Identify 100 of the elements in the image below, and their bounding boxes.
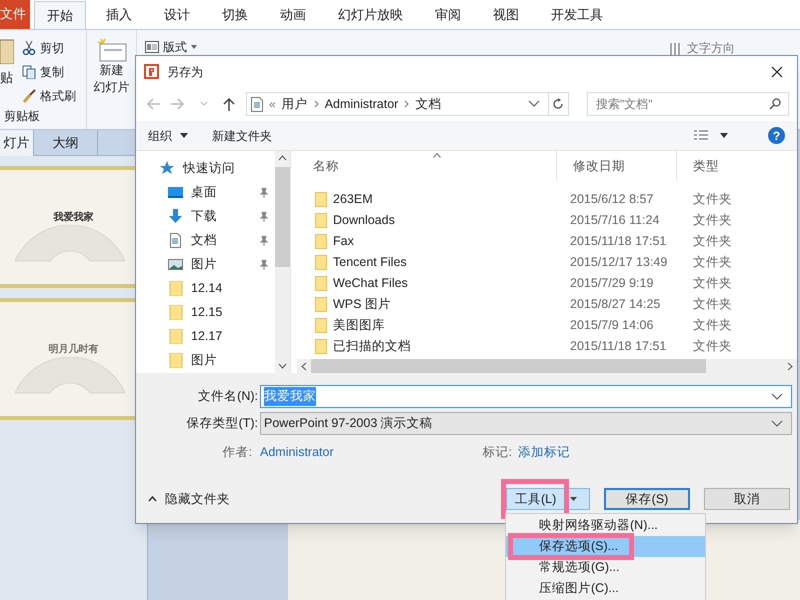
brush-icon — [22, 88, 36, 102]
document-icon — [168, 233, 183, 248]
cancel-button[interactable]: 取消 — [704, 488, 790, 510]
chevron-up-icon — [148, 496, 157, 502]
folder-icon — [168, 281, 183, 296]
menu-item[interactable]: 压缩图片(C)... — [506, 578, 705, 599]
view-options-button[interactable] — [694, 130, 728, 142]
file-row[interactable]: 263EM 2015/6/12 8:57 文件夹 — [297, 189, 797, 210]
folder-icon — [168, 353, 183, 368]
forward-arrow-icon — [171, 97, 186, 111]
nav-item[interactable]: 12.17 — [160, 327, 275, 346]
save-button[interactable]: 保存(S) — [604, 488, 690, 510]
cut-button[interactable]: 剪切 — [22, 38, 76, 57]
breadcrumb-item[interactable]: 文档 — [415, 94, 442, 114]
author-link[interactable]: Administrator — [260, 442, 468, 462]
field-label: 文件名(N): — [197, 388, 259, 406]
organize-button[interactable]: 组织 — [148, 126, 188, 144]
nav-item[interactable]: 桌面 — [160, 183, 275, 202]
file-row[interactable]: 美图图库 2015/7/9 14:06 文件夹 — [297, 315, 797, 336]
up-arrow-icon — [222, 97, 236, 111]
scrollbar-thumb[interactable] — [275, 167, 290, 267]
hide-folders-button[interactable]: 隐藏文件夹 — [136, 490, 230, 508]
date-cell-text: 2015/8/27 14:25 — [569, 296, 662, 314]
ribbon-tab[interactable]: 审阅 — [419, 1, 477, 29]
search-icon — [768, 98, 781, 110]
nav-item[interactable]: 文档 — [160, 231, 275, 250]
layout-icon — [145, 41, 159, 53]
type-cell-text: 文件夹 — [692, 338, 733, 356]
file-row[interactable]: WeChat Files 2015/7/29 9:19 文件夹 — [297, 273, 797, 294]
nav-item[interactable]: 12.14 — [160, 279, 275, 298]
ribbon-tab[interactable]: 视图 — [477, 1, 535, 29]
sort-ascending-icon — [433, 153, 441, 158]
copy-icon — [22, 64, 36, 78]
nav-item[interactable]: 图片 — [160, 255, 275, 274]
nav-item[interactable]: 快速访问 — [160, 159, 275, 178]
nav-item[interactable]: 12.15 — [160, 303, 275, 322]
list-view-icon — [694, 130, 708, 142]
ribbon-tab[interactable]: 开发工具 — [535, 1, 619, 29]
file-name: Tencent Files — [333, 254, 407, 272]
format-painter-button[interactable]: 格式刷 — [22, 86, 76, 105]
ribbon-tab[interactable]: 开始 — [34, 1, 86, 29]
nav-item[interactable]: 下载 — [160, 207, 275, 226]
type-cell-text: 文件夹 — [692, 254, 733, 272]
powerpoint-icon — [144, 64, 159, 79]
file-row[interactable]: Tencent Files 2015/12/17 13:49 文件夹 — [297, 252, 797, 273]
ribbon-tab[interactable]: 动画 — [264, 1, 322, 29]
menu-item[interactable]: 映射网络驱动器(N)... — [506, 515, 705, 536]
breadcrumb-item[interactable]: 用户 — [282, 94, 308, 114]
refresh-icon — [552, 98, 564, 110]
group-label: 剪贴板 — [3, 108, 41, 125]
new-folder-button[interactable]: 新建文件夹 — [212, 126, 272, 144]
chevron-down-icon — [771, 393, 783, 400]
ribbon-tab[interactable]: 幻灯片放映 — [322, 1, 419, 29]
horizontal-scrollbar[interactable] — [297, 359, 797, 373]
help-button[interactable]: ? — [768, 127, 785, 144]
vertical-scrollbar[interactable] — [275, 151, 290, 373]
file-row[interactable]: Downloads 2015/7/16 11:24 文件夹 — [297, 210, 797, 231]
folder-icon — [315, 297, 327, 312]
scrollbar-thumb[interactable] — [311, 359, 706, 373]
address-bar[interactable]: « 用户 Administrator 文档 — [246, 92, 569, 116]
add-tag-link[interactable]: 添加标记 — [518, 442, 570, 462]
panel-tab[interactable]: 灯片 — [0, 130, 34, 156]
file-row[interactable]: 已扫描的文档 2015/11/18 17:51 文件夹 — [297, 336, 797, 357]
text-direction-button[interactable]: 文字方向 — [669, 39, 735, 57]
folder-icon — [315, 318, 327, 333]
file-tab[interactable]: 文件 — [0, 0, 30, 29]
menu-item[interactable]: 常规选项(G)... — [506, 557, 705, 578]
breadcrumb-item[interactable]: Administrator — [324, 94, 398, 114]
nav-item[interactable]: 图片 — [160, 351, 275, 370]
star-icon — [160, 161, 175, 176]
back-arrow-icon — [146, 97, 160, 111]
new-slide-button[interactable]: 新建 幻灯片 — [94, 38, 130, 96]
type-cell-text: 文件夹 — [692, 317, 733, 334]
column-header[interactable]: 名称 — [297, 151, 557, 181]
file-row[interactable]: Fax 2015/11/18 17:51 文件夹 — [297, 231, 797, 252]
overflow-chevron[interactable]: « — [269, 95, 276, 113]
field-label: 作者: — [222, 444, 253, 461]
column-header[interactable]: 修改日期 — [557, 151, 677, 181]
folder-icon — [315, 192, 327, 207]
new-slide-icon — [96, 38, 126, 62]
date-cell-text: 2015/12/17 13:49 — [569, 254, 668, 272]
paste-button[interactable]: 贴 — [0, 68, 13, 88]
copy-button[interactable]: 复制 — [22, 62, 76, 81]
date-cell-text: 2015/7/16 11:24 — [569, 212, 660, 230]
ribbon-tab[interactable]: 切换 — [206, 1, 264, 29]
file-row[interactable]: WPS 图片 2015/8/27 14:25 文件夹 — [297, 294, 797, 315]
ribbon-tab[interactable]: 插入 — [90, 1, 148, 29]
download-arrow-icon — [168, 209, 183, 224]
dialog-title: 另存为 — [167, 64, 203, 80]
search-field[interactable]: 搜索"文档" — [586, 92, 789, 116]
ribbon-tab[interactable]: 设计 — [148, 1, 206, 29]
chevron-down-icon — [771, 420, 783, 427]
tools-button[interactable]: 工具(L) — [506, 488, 590, 510]
dropdown-arrow-icon — [191, 45, 197, 49]
date-cell-text: 2015/11/18 17:51 — [569, 338, 668, 356]
file-type-dropdown[interactable]: PowerPoint 97-2003 演示文稿 — [260, 412, 792, 435]
column-header[interactable]: 类型 — [677, 151, 767, 181]
panel-tab[interactable]: 大纲 — [34, 130, 98, 156]
file-name: WPS 图片 — [333, 296, 391, 314]
chevron-down-icon — [278, 363, 287, 369]
